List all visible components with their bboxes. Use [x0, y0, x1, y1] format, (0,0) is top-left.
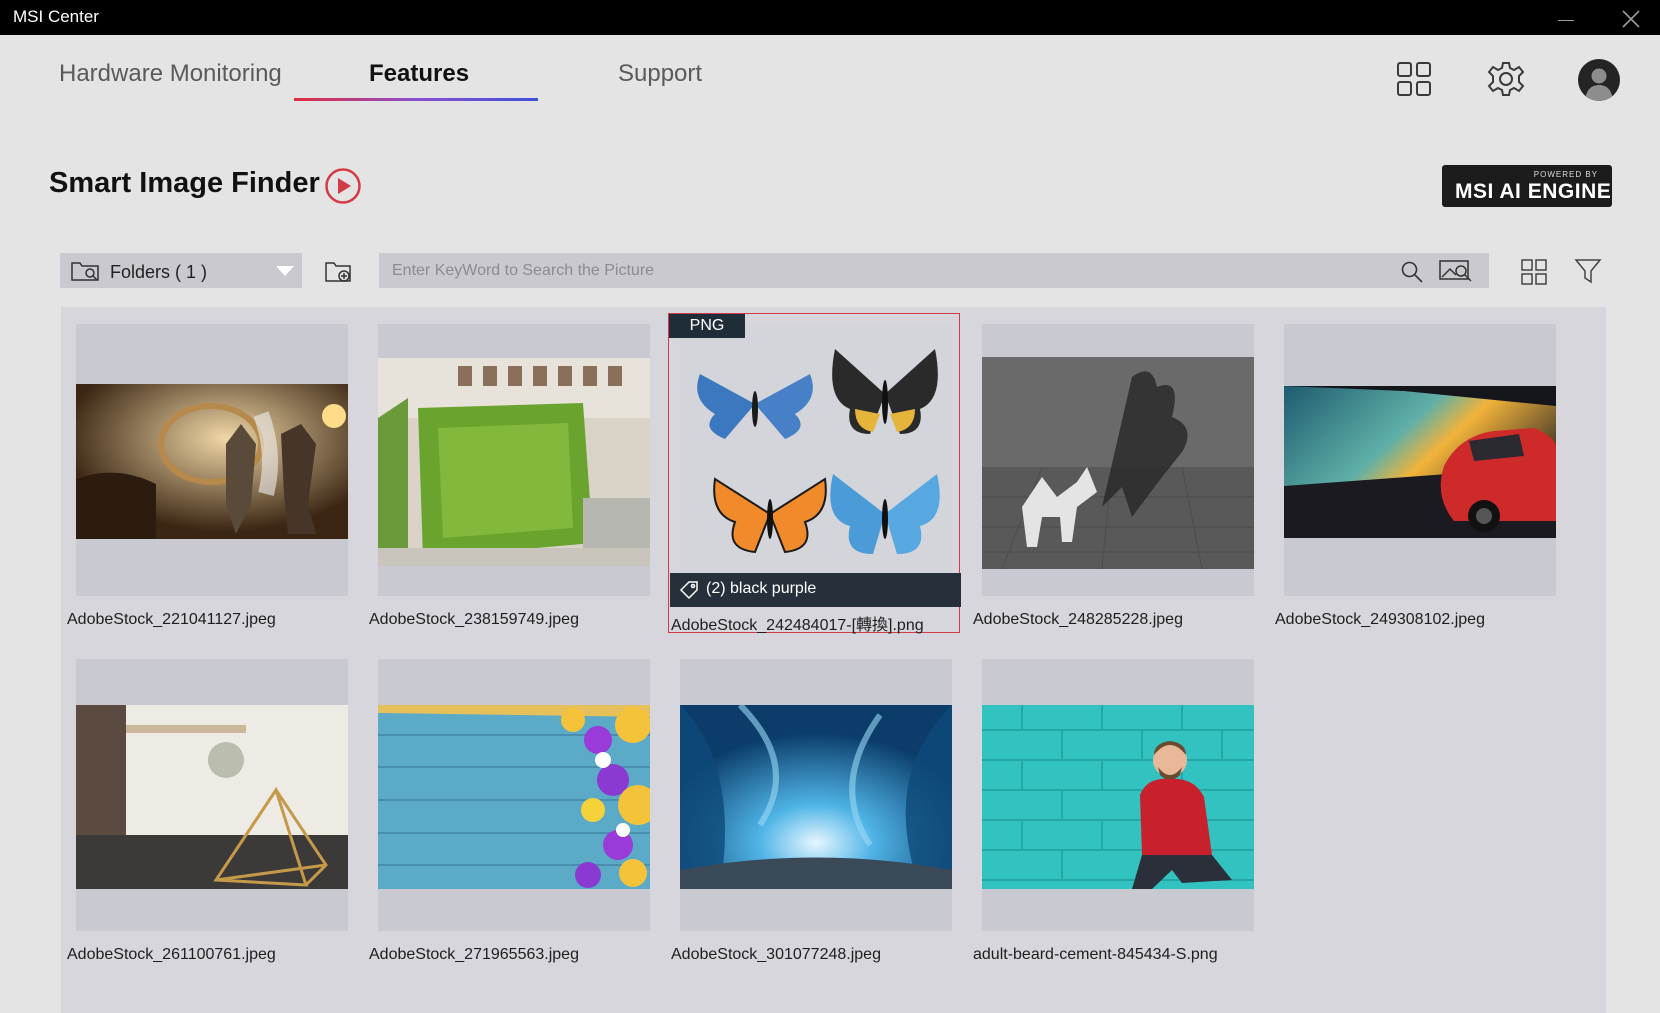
add-folder-icon[interactable]	[324, 259, 354, 290]
tab-features[interactable]: Features	[369, 60, 469, 88]
msi-ai-engine-badge: POWERED BY MSI AI ENGINE	[1442, 165, 1612, 207]
image-thumbnail	[982, 705, 1254, 889]
image-card[interactable]	[76, 659, 348, 931]
image-card[interactable]	[982, 659, 1254, 931]
format-badge: PNG	[669, 314, 745, 338]
image-card[interactable]	[680, 659, 952, 931]
folders-dropdown[interactable]: Folders ( 1 )	[60, 253, 302, 288]
image-card[interactable]	[378, 659, 650, 931]
image-thumbnail	[680, 705, 952, 889]
window-title: MSI Center	[13, 7, 99, 26]
image-filename: AdobeStock_238159749.jpeg	[369, 611, 579, 628]
folders-label: Folders ( 1 )	[110, 262, 208, 282]
close-icon[interactable]	[1620, 8, 1642, 30]
image-thumbnail	[378, 358, 650, 566]
image-thumbnail	[378, 705, 650, 889]
user-avatar-icon[interactable]	[1578, 59, 1620, 101]
search-icon[interactable]	[1400, 260, 1424, 289]
tag-bar[interactable]: (2) black purple	[670, 573, 961, 607]
image-filename: AdobeStock_242484017-[轉換].png	[671, 617, 924, 634]
image-filename: AdobeStock_261100761.jpeg	[67, 946, 276, 963]
folder-icon	[71, 260, 103, 287]
gear-icon[interactable]	[1487, 60, 1525, 103]
tab-hardware-monitoring[interactable]: Hardware Monitoring	[59, 60, 282, 88]
image-card[interactable]	[982, 324, 1254, 596]
image-thumbnail	[982, 357, 1254, 569]
apps-grid-icon[interactable]	[1395, 60, 1433, 103]
image-filename: AdobeStock_271965563.jpeg	[369, 946, 579, 963]
minimize-icon[interactable]	[1556, 6, 1576, 28]
play-icon[interactable]	[324, 167, 362, 210]
image-card[interactable]	[76, 324, 348, 596]
image-thumbnail	[76, 384, 348, 539]
tag-label: (2) black purple	[706, 580, 817, 597]
image-thumbnail	[1284, 386, 1556, 538]
page-title: Smart Image Finder	[49, 167, 320, 199]
grid-view-icon[interactable]	[1520, 258, 1548, 291]
image-card[interactable]	[378, 324, 650, 596]
chevron-down-icon	[276, 266, 294, 276]
title-bar	[0, 0, 1660, 35]
filter-icon[interactable]	[1574, 257, 1602, 290]
search-input[interactable]	[379, 253, 1489, 288]
image-filename: AdobeStock_221041127.jpeg	[67, 611, 276, 628]
image-search-icon[interactable]	[1439, 258, 1473, 289]
image-filename: AdobeStock_248285228.jpeg	[973, 611, 1183, 628]
powered-by-label: POWERED BY	[1533, 170, 1598, 179]
tag-icon	[679, 580, 699, 605]
image-filename: adult-beard-cement-845434-S.png	[973, 946, 1218, 963]
image-card[interactable]	[1284, 324, 1556, 596]
image-thumbnail	[76, 705, 348, 889]
image-filename: AdobeStock_249308102.jpeg	[1275, 611, 1485, 628]
image-filename: AdobeStock_301077248.jpeg	[671, 946, 881, 963]
ai-engine-label: MSI AI ENGINE	[1455, 180, 1612, 203]
tab-support[interactable]: Support	[618, 60, 702, 88]
active-tab-indicator	[294, 98, 538, 101]
